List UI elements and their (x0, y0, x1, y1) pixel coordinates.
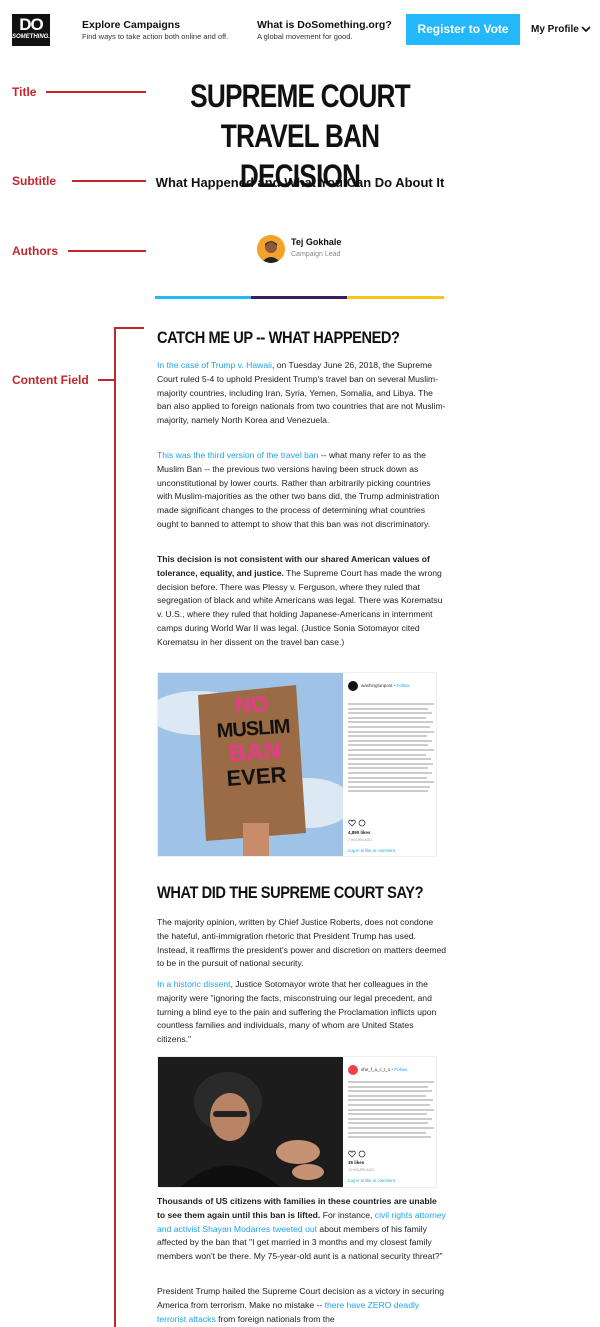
nav-about-subtitle: A global movement for good. (257, 32, 353, 41)
instagram-sidebar: washingtonpost • Follow 4,890 likes 2 HO… (348, 673, 436, 856)
site-header: DO SOMETHING.ORG Explore Campaigns Find … (0, 0, 600, 62)
instagram-likes: 4,890 likes (348, 830, 371, 835)
my-profile-menu[interactable]: My Profile (531, 24, 579, 35)
paragraph-5: In a historic dissent, Justice Sotomayor… (157, 978, 447, 1047)
annotation-subtitle: Subtitle (12, 174, 56, 188)
chevron-down-icon[interactable] (580, 23, 592, 35)
heart-comment-icons[interactable] (348, 819, 378, 827)
instagram-sidebar-2: she_f_a_c_t_s • Follow 35 likes 10 HOURS… (348, 1057, 436, 1187)
instagram-header-2: she_f_a_c_t_s • Follow (348, 1065, 407, 1075)
register-to-vote-button[interactable]: Register to Vote (406, 14, 520, 45)
instagram-embed-sotomayor[interactable]: she_f_a_c_t_s • Follow 35 likes 10 HOURS… (157, 1056, 437, 1188)
author-role: Campaign Lead (291, 251, 341, 258)
author-photo-icon (257, 235, 285, 263)
logo-wordmark-bottom: SOMETHING.ORG (12, 34, 64, 40)
annotation-title-line (46, 91, 146, 93)
annotation-content-bracket-top (114, 327, 144, 329)
instagram-login-link[interactable]: Log in to like or comment. (348, 848, 396, 853)
paragraph-3-text: The Supreme Court has made the wrong dec… (157, 567, 443, 647)
page-subtitle: What Happened and What You Can Do About … (155, 175, 445, 190)
nav-explore-title: Explore Campaigns (82, 19, 181, 31)
annotation-authors: Authors (12, 244, 58, 258)
divider-bar-purple (251, 296, 347, 299)
paragraph-2: This was the third version of the travel… (157, 449, 447, 532)
logo-wordmark-top: DO (19, 15, 44, 34)
divider-bar-blue (155, 296, 251, 299)
paragraph-1: In the case of Trump v. Hawaii, on Tuesd… (157, 359, 447, 428)
link-trump-v-hawaii[interactable]: In the case of Trump v. Hawaii (157, 360, 272, 370)
link-third-version[interactable]: This was the third version of the travel… (157, 450, 318, 460)
annotation-authors-line (68, 250, 146, 252)
nav-what-is-dosomething[interactable]: What is DoSomething.org? A global moveme… (257, 19, 392, 41)
instagram-embed-washingtonpost[interactable]: NO MUSLIM BAN EVER washingtonpost • Foll… (157, 672, 437, 857)
annotation-title: Title (12, 85, 37, 99)
paragraph-6: Thousands of US citizens with families i… (157, 1196, 446, 1262)
instagram-time: 2 HOURS AGO (348, 838, 373, 842)
sotomayor-photo (158, 1057, 343, 1187)
paragraph-7: President Trump hailed the Supreme Court… (157, 1286, 445, 1324)
nav-explore-campaigns[interactable]: Explore Campaigns Find ways to take acti… (82, 19, 228, 41)
instagram-header: washingtonpost • Follow (348, 681, 409, 691)
annotation-content-bracket (114, 327, 116, 1327)
sotomayor-image (158, 1057, 343, 1187)
protest-sign-image: NO MUSLIM BAN EVER (158, 673, 343, 856)
nav-explore-subtitle: Find ways to take action both online and… (82, 32, 229, 41)
section-heading-catch-me-up: CATCH ME UP -- WHAT HAPPENED? (157, 328, 400, 347)
annotation-subtitle-line (72, 180, 146, 182)
instagram-caption-lines (348, 703, 436, 795)
annotation-content-line (98, 379, 115, 381)
instagram-login-link-2[interactable]: Log in to like or comment. (348, 1178, 396, 1183)
author-name[interactable]: Tej Gokhale (291, 237, 341, 247)
divider-bar-yellow (347, 296, 444, 299)
account-avatar-icon (348, 1065, 358, 1075)
heart-comment-icons-2[interactable] (348, 1150, 378, 1158)
instagram-likes-2: 35 likes (348, 1160, 365, 1165)
paragraph-3: This decision is not consistent with our… (157, 553, 447, 650)
dosomething-logo[interactable]: DO SOMETHING.ORG (12, 14, 64, 46)
protest-sign-text: NO MUSLIM BAN EVER (216, 690, 291, 791)
annotation-content-field: Content Field (12, 373, 89, 387)
link-historic-dissent[interactable]: In a historic dissent (157, 979, 231, 989)
section-heading-supreme-court-say: WHAT DID THE SUPREME COURT SAY? (157, 883, 424, 902)
avatar (257, 235, 285, 263)
instagram-time-2: 10 HOURS AGO (348, 1168, 375, 1172)
account-avatar-icon (348, 681, 358, 691)
instagram-caption-lines-2 (348, 1081, 436, 1141)
paragraph-2-text: -- what many refer to as the Muslim Ban … (157, 450, 440, 529)
paragraph-4: The majority opinion, written by Chief J… (157, 917, 447, 969)
nav-about-title: What is DoSomething.org? (257, 19, 392, 31)
